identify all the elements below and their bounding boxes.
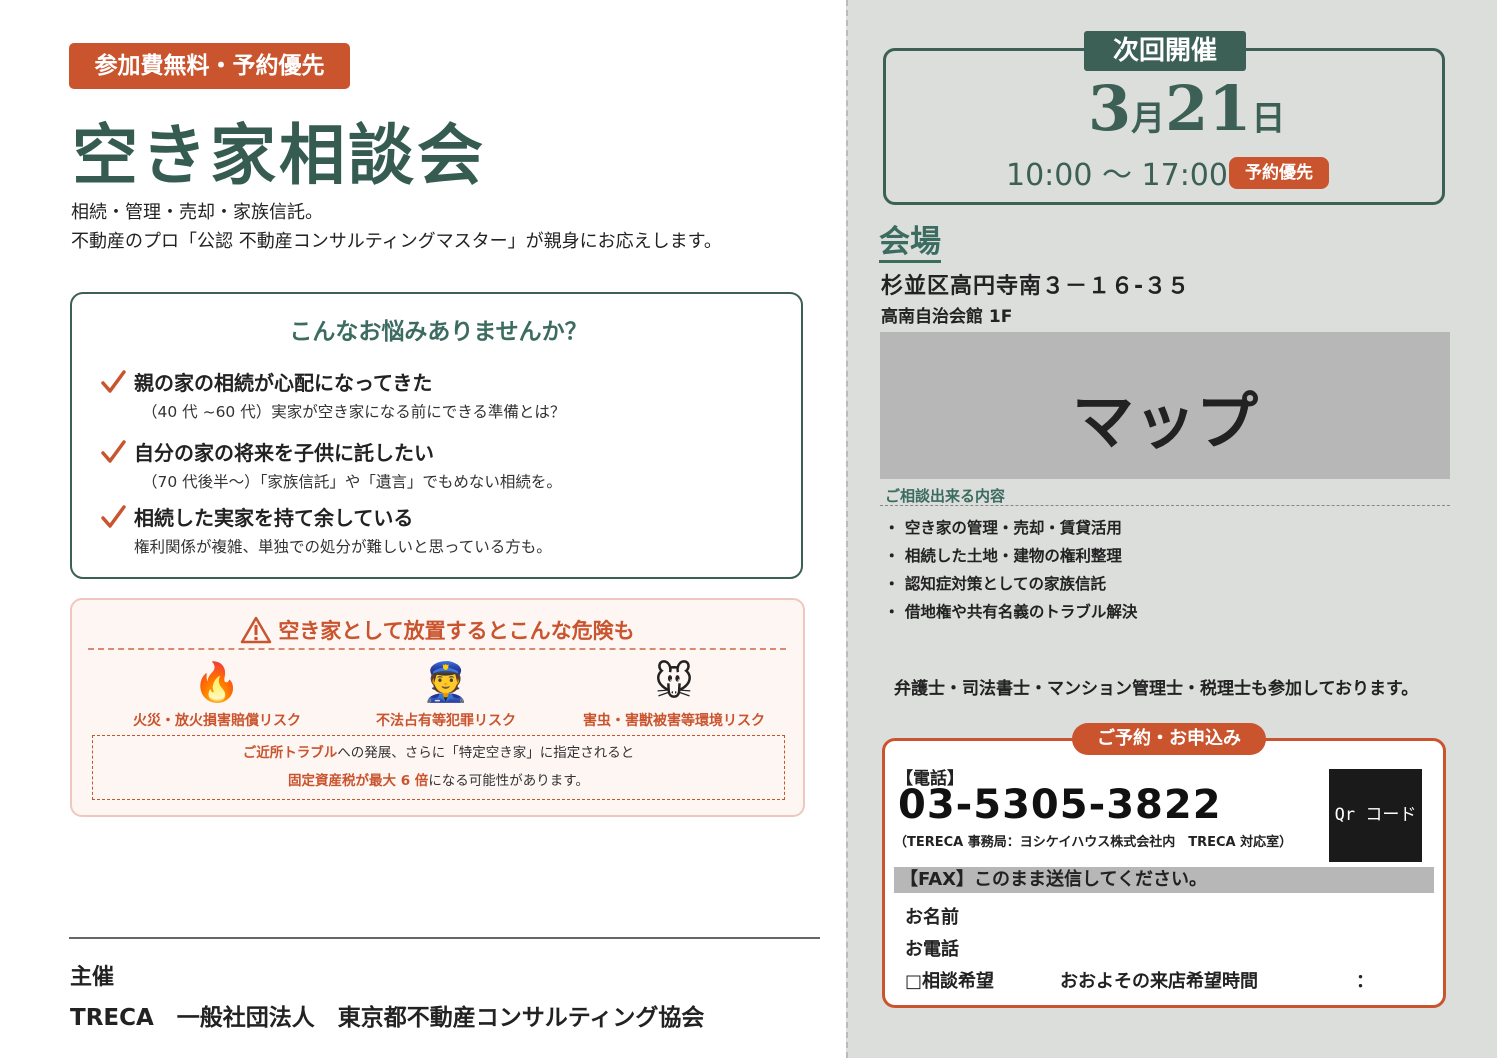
venue-hall: 高南自治会館 1F (881, 307, 1013, 327)
risk-label: 不法占有等犯罪リスク (376, 713, 516, 729)
checkmark-icon (101, 440, 126, 463)
intro-line-1: 相続・管理・売却・家族信託。 (71, 202, 323, 223)
worry-detail: （40 代 ~60 代）実家が空き家になる前にできる準備とは？ (142, 403, 566, 421)
notice-line-2: 固定資産税が最大 6 倍になる可能性があります。 (93, 767, 784, 795)
venue-label: 会場 (879, 224, 941, 263)
experts-note: 弁護士・司法書士・マンション管理士・税理士も参加しております。 (894, 679, 1419, 699)
worries-box: こんなお悩みありませんか？ 親の家の相続が心配になってきた （40 代 ~60 … (70, 292, 803, 579)
field-phone[interactable]: お電話 (905, 935, 959, 961)
notice-text: になる可能性があります。 (428, 773, 589, 789)
field-consult-checkbox[interactable]: □相談希望 (905, 967, 994, 993)
event-time: 10:00 〜 17:00 (1006, 158, 1228, 193)
fax-bar: 【FAX】このまま送信してください。 (894, 867, 1434, 893)
consult-divider (880, 505, 1450, 506)
list-item: 借地権や共有名義のトラブル解決 (884, 598, 1138, 626)
day-unit: 日 (1251, 99, 1286, 139)
checkmark-icon (101, 370, 126, 393)
month-unit: 月 (1131, 99, 1166, 139)
consult-list: 空き家の管理・売却・賃貸活用 相続した土地・建物の権利整理 認知症対策としての家… (884, 514, 1138, 626)
police-officer-icon: 👮 (422, 660, 470, 704)
intro-line-2: 不動産のプロ「公認 不動産コンサルティングマスター」が親身にお応えします。 (71, 231, 722, 252)
worry-heading: 自分の家の将来を子供に託したい (134, 441, 434, 465)
danger-divider (88, 648, 786, 650)
event-date: 3月21日 (1088, 72, 1285, 145)
venue-address: 杉並区高円寺南３－１６-３５ (881, 274, 1191, 299)
consult-title: ご相談出来る内容 (885, 487, 1006, 505)
host-divider (69, 937, 820, 939)
tel-office: （TERECA 事務局：ヨシケイハウス株式会社内 TRECA 対応室） (894, 835, 1293, 850)
flyer-right-panel: 次回開催 3月21日 10:00 〜 17:00 予約優先 会場 杉並区高円寺南… (846, 0, 1497, 1058)
mouse-icon: 🐭 (654, 660, 694, 704)
qr-code[interactable]: Qr コード (1329, 769, 1422, 862)
event-day: 21 (1165, 72, 1252, 145)
field-visit-time[interactable]: おおよその来店希望時間 (1060, 967, 1258, 993)
tax-notice: ご近所トラブルへの発展、さらに「特定空き家」に指定されると 固定資産税が最大 6… (92, 735, 785, 800)
next-event-label: 次回開催 (1084, 31, 1246, 71)
flyer-left-panel: 参加費無料・予約優先 空き家相談会 相続・管理・売却・家族信託。 不動産のプロ「… (0, 0, 846, 1058)
risk-crime: 👮 不法占有等犯罪リスク (336, 658, 556, 730)
notice-text: への発展、さらに「特定空き家」に指定されると (337, 745, 635, 761)
phone-number[interactable]: 03-5305-3822 (898, 782, 1222, 828)
host-label: 主催 (70, 965, 115, 990)
list-item: 空き家の管理・売却・賃貸活用 (884, 514, 1137, 542)
danger-title-text: 空き家として放置するとこんな危険も (278, 619, 635, 643)
risk-label: 火災・放火損害賠償リスク (133, 713, 301, 729)
risk-pest: 🐭 害虫・害獣被害等環境リスク (564, 658, 784, 730)
warning-icon (241, 616, 272, 644)
checkmark-icon (101, 505, 126, 528)
risk-fire: 🔥 火災・放火損害賠償リスク (107, 658, 327, 730)
danger-box: 空き家として放置するとこんな危険も 🔥 火災・放火損害賠償リスク 👮 不法占有等… (70, 598, 805, 817)
notice-line-1: ご近所トラブルへの発展、さらに「特定空き家」に指定されると (93, 739, 784, 767)
reservation-priority-badge: 予約優先 (1229, 157, 1329, 189)
free-entry-badge: 参加費無料・予約優先 (69, 43, 350, 89)
notice-emphasis: 固定資産税が最大 6 倍 (288, 773, 429, 789)
fire-icon: 🔥 (193, 660, 241, 704)
page-title: 空き家相談会 (72, 116, 486, 194)
event-month: 3 (1088, 72, 1132, 145)
reservation-label: ご予約・お申込み (1072, 723, 1266, 755)
notice-emphasis: ご近所トラブル (242, 745, 338, 761)
list-item: 認知症対策としての家族信託 (884, 570, 1137, 598)
worries-title: こんなお悩みありませんか？ (289, 319, 588, 345)
worry-detail: （70 代後半〜）「家族信託」や「遺言」でもめない相続を。 (142, 473, 562, 491)
field-name[interactable]: お名前 (905, 903, 959, 929)
field-time-colon: ： (1356, 971, 1374, 992)
intro-text: 相続・管理・売却・家族信託。 不動産のプロ「公認 不動産コンサルティングマスター… (71, 198, 722, 256)
worry-heading: 相続した実家を持て余している (134, 506, 414, 530)
list-item: 相続した土地・建物の権利整理 (884, 542, 1137, 570)
map-placeholder: マップ (880, 332, 1450, 479)
worry-heading: 親の家の相続が心配になってきた (134, 371, 433, 395)
danger-title: 空き家として放置するとこんな危険も (72, 615, 803, 645)
host-name: TRECA 一般社団法人 東京都不動産コンサルティング協会 (70, 1005, 705, 1031)
risk-label: 害虫・害獣被害等環境リスク (583, 713, 765, 729)
worry-detail: 権利関係が複雑、単独での処分が難しいと思っている方も。 (134, 538, 552, 556)
